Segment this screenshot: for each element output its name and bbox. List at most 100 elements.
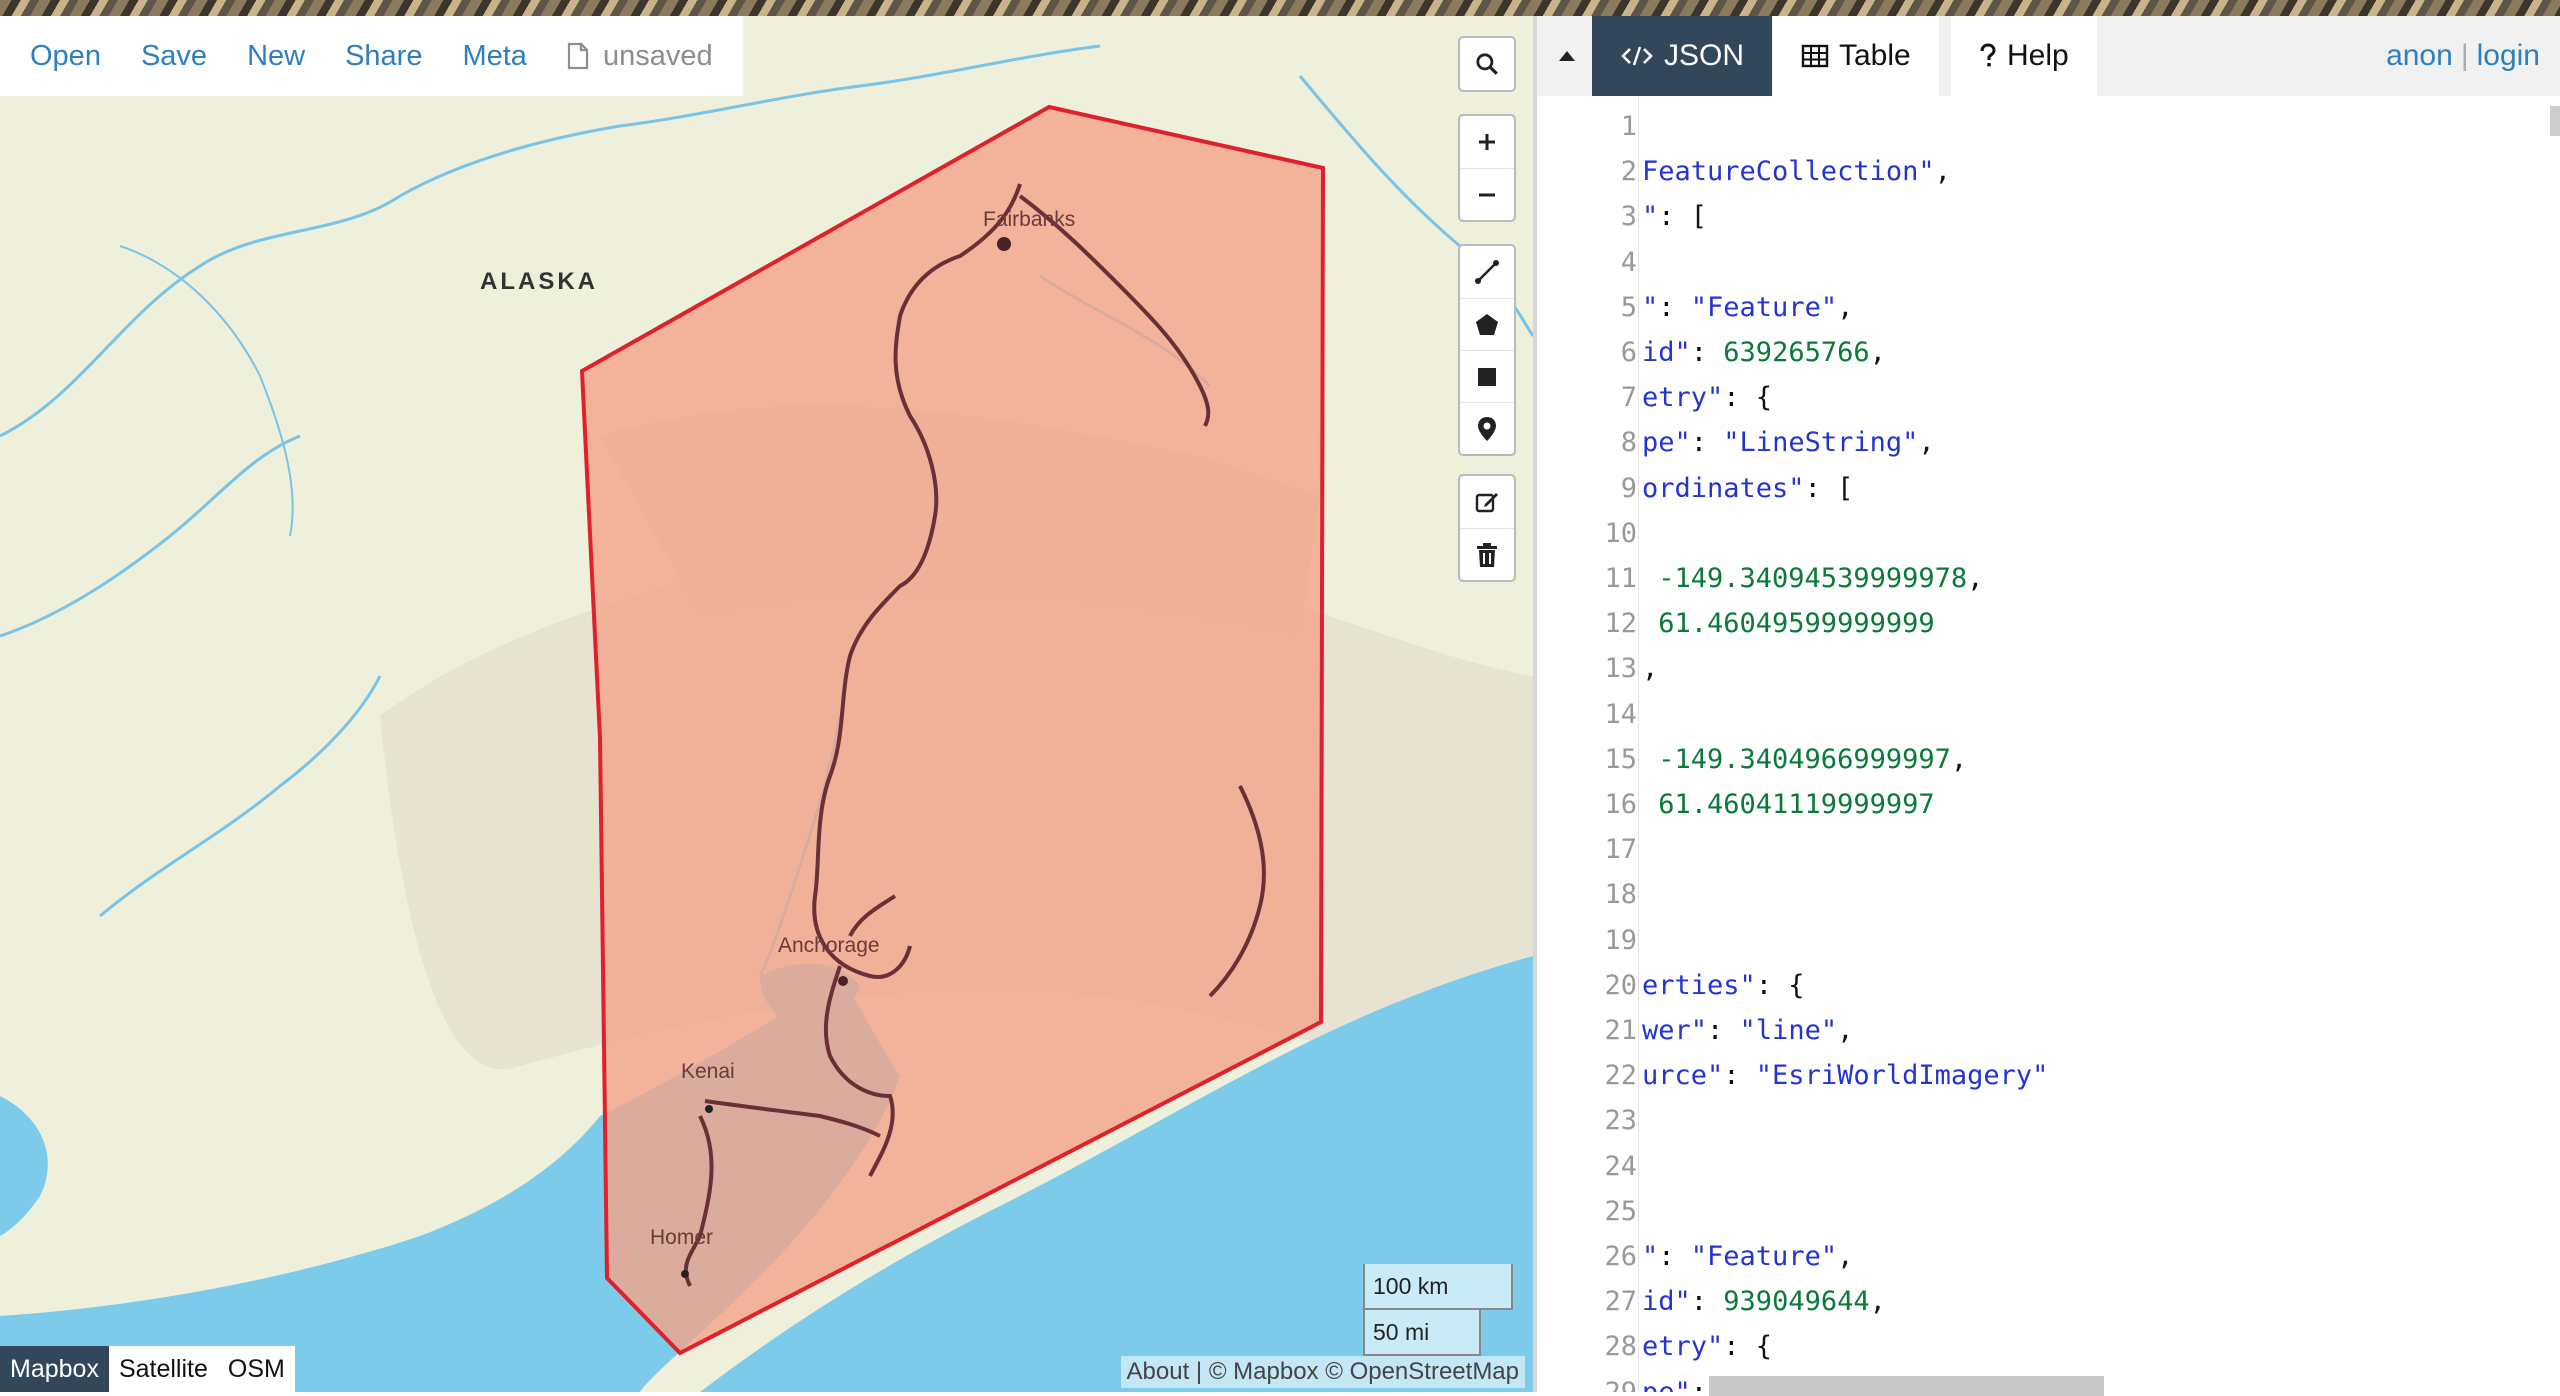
code-line[interactable]: 5 ": "Feature", xyxy=(1537,285,2560,330)
code-line[interactable]: 15 -149.3404966999997, xyxy=(1537,737,2560,782)
code-line[interactable]: 9 ordinates": [ xyxy=(1537,466,2560,511)
line-code: 61.46049599999999 xyxy=(1642,601,1934,646)
code-line[interactable]: 27 id": 939049644, xyxy=(1537,1279,2560,1324)
code-token: : xyxy=(1658,1241,1691,1272)
code-line[interactable]: 8 pe": "LineString", xyxy=(1537,420,2560,465)
code-line[interactable]: 20 erties": { xyxy=(1537,963,2560,1008)
code-token: id" xyxy=(1642,337,1691,368)
tab-json[interactable]: JSON xyxy=(1592,16,1773,96)
code-token: "EsriWorldImagery" xyxy=(1755,1060,2049,1092)
line-code: pe": "LineString", xyxy=(1642,420,1935,465)
code-token: : xyxy=(1723,1060,1756,1092)
drawn-features-layer[interactable] xyxy=(0,16,1533,1392)
layer-satellite[interactable]: Satellite xyxy=(108,1346,218,1392)
city-dot xyxy=(838,976,848,986)
line-number: 14 xyxy=(1604,698,1637,730)
code-token: urce" xyxy=(1642,1060,1724,1092)
new-menu[interactable]: New xyxy=(227,40,325,73)
top-decorative-strip xyxy=(0,0,2560,16)
code-line[interactable]: 13, xyxy=(1537,646,2560,691)
code-line[interactable]: 25 xyxy=(1537,1189,2560,1234)
line-number: 26 xyxy=(1604,1241,1637,1272)
code-line[interactable]: 19 xyxy=(1537,918,2560,963)
code-line[interactable]: 28 etry": { xyxy=(1537,1324,2560,1369)
code-line[interactable]: 2 FeatureCollection", xyxy=(1537,149,2560,194)
code-token: ordinates" xyxy=(1642,472,1805,504)
line-code: etry": { xyxy=(1642,1324,1772,1369)
unsaved-status[interactable]: unsaved xyxy=(547,40,733,73)
file-menu-bar: Open Save New Share Meta unsaved xyxy=(0,16,743,96)
line-code: urce": "EsriWorldImagery" xyxy=(1642,1053,2048,1098)
zoom-control xyxy=(1458,114,1516,222)
zoom-in-button[interactable] xyxy=(1460,116,1514,168)
line-number: 4 xyxy=(1620,246,1637,278)
code-token: FeatureCollection" xyxy=(1642,156,1935,188)
code-line[interactable]: 6 id": 639265766, xyxy=(1537,330,2560,375)
code-line[interactable]: 14 xyxy=(1537,692,2560,737)
save-menu[interactable]: Save xyxy=(121,40,227,73)
tab-help[interactable]: Help xyxy=(1951,16,2097,96)
code-line[interactable]: 1 xyxy=(1537,104,2560,149)
code-token: " xyxy=(1642,201,1659,233)
edit-layers-button[interactable] xyxy=(1460,476,1514,528)
login-link[interactable]: login xyxy=(2477,39,2540,73)
code-token: , xyxy=(1918,427,1935,459)
code-token: -149.34094539999978 xyxy=(1642,563,1968,594)
tabs-bar: JSON Table Help anon | login xyxy=(1537,16,2560,96)
code-line[interactable]: 22 urce": "EsriWorldImagery" xyxy=(1537,1053,2560,1098)
code-line[interactable]: 23 xyxy=(1537,1098,2560,1143)
line-number: 5 xyxy=(1620,291,1637,323)
draw-line-button[interactable] xyxy=(1460,246,1514,298)
zoom-out-button[interactable] xyxy=(1460,168,1514,220)
code-line[interactable]: 10 xyxy=(1537,511,2560,556)
meta-menu[interactable]: Meta xyxy=(442,40,546,73)
json-editor[interactable]: 1 2 FeatureCollection", 3 ": [4 5 ": "Feature"… xyxy=(1537,96,2560,1392)
line-number: 12 xyxy=(1604,608,1637,640)
code-line[interactable]: 26 ": "Feature", xyxy=(1537,1234,2560,1279)
layer-osm[interactable]: OSM xyxy=(217,1346,295,1392)
rectangle-icon xyxy=(1478,367,1496,386)
draw-marker-button[interactable] xyxy=(1460,402,1514,454)
line-number: 3 xyxy=(1620,201,1637,233)
line-number: 10 xyxy=(1604,517,1637,549)
layer-switcher: Mapbox Satellite OSM xyxy=(0,1346,295,1392)
draw-polygon-button[interactable] xyxy=(1460,298,1514,350)
code-line[interactable]: 12 61.46049599999999 xyxy=(1537,601,2560,646)
code-line[interactable]: 4 xyxy=(1537,240,2560,285)
code-line[interactable]: 7 etry": { xyxy=(1537,375,2560,420)
anon-link[interactable]: anon xyxy=(2386,39,2453,73)
unsaved-label: unsaved xyxy=(602,39,713,72)
mapbox-credit-link[interactable]: © Mapbox xyxy=(1209,1358,1319,1385)
line-code: 61.46041119999997 xyxy=(1642,782,1934,827)
layer-mapbox[interactable]: Mapbox xyxy=(0,1346,109,1392)
code-line[interactable]: 24 xyxy=(1537,1144,2560,1189)
code-line[interactable]: 18 xyxy=(1537,872,2560,917)
code-line[interactable]: 17 xyxy=(1537,827,2560,872)
line-number: 9 xyxy=(1620,472,1637,504)
code-token: : xyxy=(1707,1015,1740,1046)
line-code: FeatureCollection", xyxy=(1642,149,1951,194)
editor-scrollbar[interactable] xyxy=(2550,106,2560,136)
city-label-anchorage: Anchorage xyxy=(778,934,880,957)
code-line[interactable]: 3 ": [ xyxy=(1537,194,2560,239)
code-token: wer" xyxy=(1642,1015,1708,1046)
code-token: : [ xyxy=(1658,201,1708,233)
code-line[interactable]: 21 wer": "line", xyxy=(1537,1008,2560,1053)
user-separator: | xyxy=(2460,39,2469,72)
share-menu[interactable]: Share xyxy=(325,40,442,73)
collapse-pane-button[interactable] xyxy=(1547,16,1587,96)
city-label-kenai: Kenai xyxy=(681,1060,735,1083)
osm-credit-link[interactable]: © OpenStreetMap xyxy=(1325,1358,1519,1385)
code-line[interactable]: 16 61.46041119999997 xyxy=(1537,782,2560,827)
search-button[interactable] xyxy=(1460,38,1514,90)
code-line[interactable]: 11 -149.34094539999978, xyxy=(1537,556,2560,601)
draw-rectangle-button[interactable] xyxy=(1460,350,1514,402)
open-menu[interactable]: Open xyxy=(10,40,121,73)
code-token: , xyxy=(1642,653,1659,685)
delete-layers-button[interactable] xyxy=(1460,528,1514,580)
tab-table[interactable]: Table xyxy=(1773,16,1939,96)
scale-bar: 100 km 50 mi xyxy=(1363,1264,1513,1356)
map-canvas[interactable]: ALASKA Fairbanks Anchorage Kenai Homer 1… xyxy=(0,16,1533,1392)
code-token: -149.3404966999997 xyxy=(1642,743,1951,775)
about-link[interactable]: About xyxy=(1127,1358,1190,1385)
